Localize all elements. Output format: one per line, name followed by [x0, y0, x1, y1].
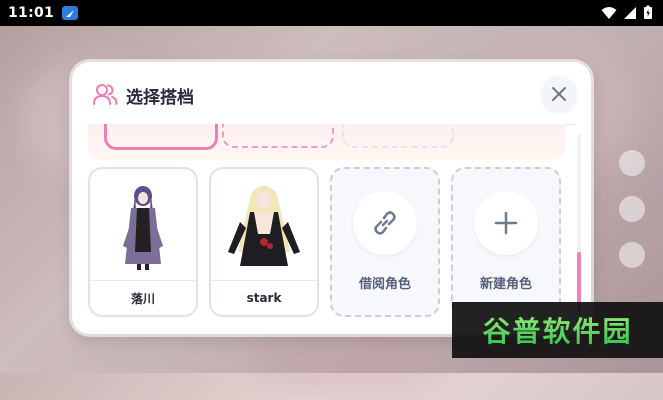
users-icon [93, 84, 118, 105]
partner-select-dialog: 选择搭档 落川 stark 借阅角色 新建角色 [72, 62, 591, 334]
character-portrait [211, 169, 317, 285]
close-icon [552, 87, 566, 101]
side-icon [619, 150, 645, 176]
signal-icon [624, 6, 636, 19]
borrow-character-button[interactable]: 借阅角色 [330, 167, 440, 317]
borrow-character-label: 借阅角色 [358, 277, 411, 292]
plus-icon-circle [474, 191, 538, 255]
status-icons [601, 5, 653, 20]
character-card[interactable]: 落川 [88, 167, 198, 317]
new-character-label: 新建角色 [479, 277, 532, 292]
side-icon [619, 242, 645, 268]
dialog-header: 选择搭档 [72, 62, 591, 124]
notification-app-icon [62, 6, 79, 20]
character-portrait [90, 169, 196, 285]
new-character-button[interactable]: 新建角色 [451, 167, 561, 317]
character-name: 落川 [90, 280, 196, 315]
link-icon-circle [353, 191, 417, 255]
empty-slot[interactable] [222, 124, 334, 148]
status-time: 11:01 [8, 5, 55, 21]
character-card[interactable]: stark [209, 167, 319, 317]
character-name: stark [211, 280, 317, 315]
selected-slot[interactable] [104, 124, 218, 150]
side-icons [619, 150, 645, 268]
plus-icon [494, 211, 518, 235]
watermark-logo: 谷普软件园 [452, 302, 663, 358]
selected-slots-strip [88, 124, 566, 160]
wifi-icon [601, 6, 617, 19]
side-icon [619, 196, 645, 222]
link-icon [374, 211, 396, 235]
status-bar: 11:01 [0, 0, 663, 26]
empty-slot[interactable] [342, 124, 454, 148]
dialog-title: 选择搭档 [126, 88, 194, 107]
watermark-text: 谷普软件园 [482, 310, 632, 350]
close-button[interactable] [541, 76, 577, 112]
battery-icon [644, 5, 652, 19]
